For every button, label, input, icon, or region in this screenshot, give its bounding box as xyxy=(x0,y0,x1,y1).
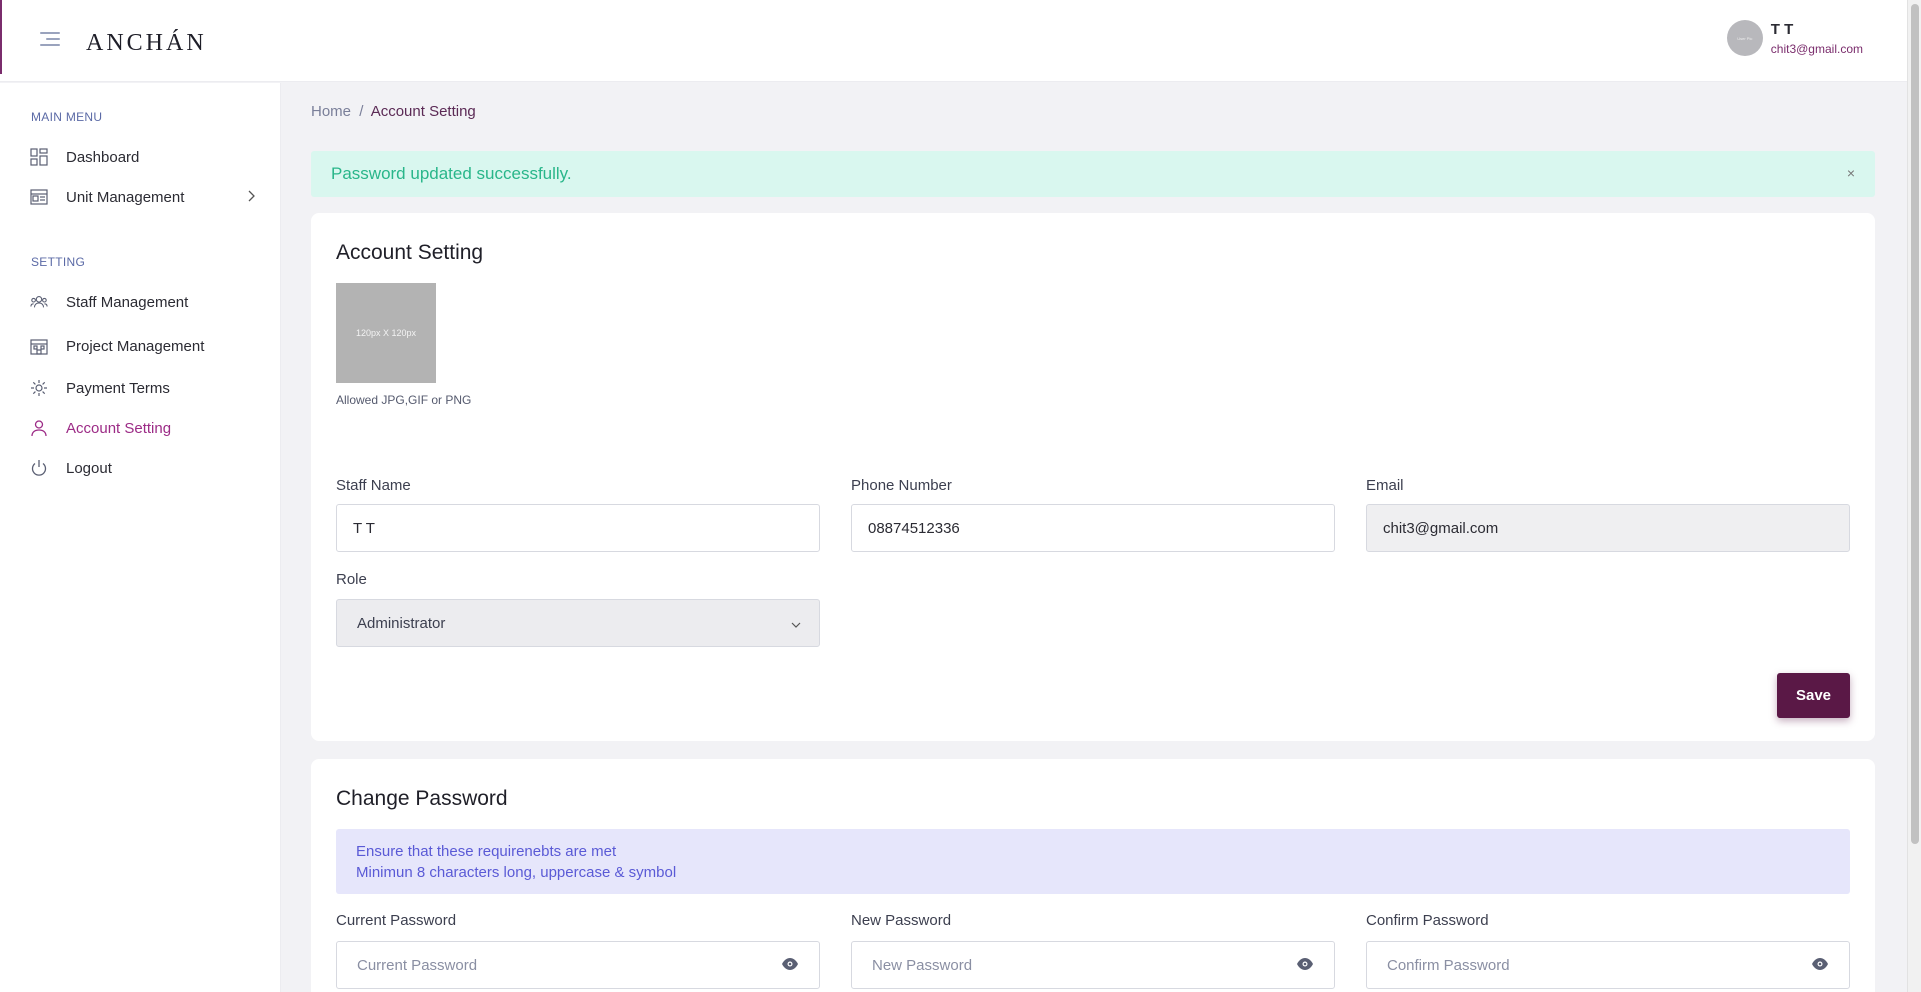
phone-number-label: Phone Number xyxy=(851,477,952,494)
eye-icon[interactable] xyxy=(781,957,799,971)
staff-name-label: Staff Name xyxy=(336,477,411,494)
success-alert: Password updated successfully. × xyxy=(311,151,1875,197)
sidebar-item-payment-terms[interactable]: Payment Terms xyxy=(30,375,256,401)
role-value: Administrator xyxy=(357,614,446,632)
password-requirements-info: Ensure that these requirenebts are met M… xyxy=(336,829,1850,894)
sidebar-item-staff-management[interactable]: Staff Management xyxy=(30,289,256,315)
top-header: ANCHÁN User Pic T T chit3@gmail.com xyxy=(0,0,1907,82)
change-password-card: Change Password Ensure that these requir… xyxy=(311,759,1875,992)
sidebar-item-logout[interactable]: Logout xyxy=(30,455,256,481)
setting-label: SETTING xyxy=(31,255,86,269)
current-password-placeholder: Current Password xyxy=(357,956,478,974)
sidebar-item-account-setting[interactable]: Account Setting xyxy=(30,415,256,441)
breadcrumb: Home / Account Setting xyxy=(311,103,476,120)
chevron-down-icon xyxy=(791,617,801,628)
profile-photo-upload[interactable]: 120px X 120px xyxy=(336,283,436,383)
role-label: Role xyxy=(336,571,367,588)
confirm-password-label: Confirm Password xyxy=(1366,912,1489,929)
breadcrumb-home[interactable]: Home xyxy=(311,103,351,120)
account-setting-title: Account Setting xyxy=(336,241,484,264)
save-button[interactable]: Save xyxy=(1777,673,1850,718)
confirm-password-field[interactable]: Confirm Password xyxy=(1366,941,1850,989)
power-icon xyxy=(30,459,48,477)
new-password-label: New Password xyxy=(851,912,952,929)
hamburger-icon[interactable] xyxy=(40,32,60,46)
current-password-label: Current Password xyxy=(336,912,457,929)
sidebar-item-label: Staff Management xyxy=(66,293,189,311)
eye-icon[interactable] xyxy=(1811,957,1829,971)
sidebar-item-unit-management[interactable]: Unit Management xyxy=(30,184,256,210)
new-password-field[interactable]: New Password xyxy=(851,941,1335,989)
sidebar-item-label: Account Setting xyxy=(66,419,172,437)
email-field[interactable]: chit3@gmail.com xyxy=(1366,504,1850,552)
photo-hint: Allowed JPG,GIF or PNG xyxy=(336,393,472,407)
email-label: Email xyxy=(1366,477,1404,494)
dashboard-icon xyxy=(30,148,48,166)
user-name: T T xyxy=(1770,20,1794,38)
sidebar-item-label: Dashboard xyxy=(66,148,140,166)
close-icon[interactable]: × xyxy=(1847,165,1855,181)
change-password-title: Change Password xyxy=(336,787,508,810)
gear-icon xyxy=(30,379,48,397)
main-menu-label: MAIN MENU xyxy=(31,110,103,124)
user-icon xyxy=(30,419,48,437)
new-password-placeholder: New Password xyxy=(872,956,973,974)
info-line-1: Ensure that these requirenebts are met xyxy=(356,843,617,860)
app-logo[interactable]: ANCHÁN xyxy=(86,30,207,57)
breadcrumb-separator: / xyxy=(359,103,364,120)
sidebar-item-dashboard[interactable]: Dashboard xyxy=(30,144,256,170)
unit-icon xyxy=(30,188,48,206)
breadcrumb-current: Account Setting xyxy=(370,103,476,120)
phone-number-field[interactable]: 08874512336 xyxy=(851,504,1335,552)
chevron-right-icon xyxy=(246,189,256,205)
scrollbar-thumb[interactable] xyxy=(1911,4,1919,844)
sidebar-item-label: Payment Terms xyxy=(66,379,170,397)
sidebar-item-label: Project Management xyxy=(66,337,205,355)
info-line-2: Minimun 8 characters long, uppercase & s… xyxy=(356,864,677,881)
sidebar: MAIN MENU Dashboard Unit Management SETT… xyxy=(0,83,281,992)
building-icon xyxy=(30,337,48,355)
staff-name-field[interactable]: T T xyxy=(336,504,820,552)
confirm-password-placeholder: Confirm Password xyxy=(1387,956,1510,974)
header-accent-bar xyxy=(0,0,2,74)
sidebar-item-label: Unit Management xyxy=(66,188,185,206)
avatar: User Pic xyxy=(1726,20,1763,56)
sidebar-item-label: Logout xyxy=(66,459,112,477)
account-setting-card: Account Setting 120px X 120px Allowed JP… xyxy=(311,213,1875,741)
user-email: chit3@gmail.com xyxy=(1770,41,1863,56)
sidebar-item-project-management[interactable]: Project Management xyxy=(30,333,256,359)
current-password-field[interactable]: Current Password xyxy=(336,941,820,989)
role-select[interactable]: Administrator xyxy=(336,599,820,647)
user-profile-menu[interactable]: User Pic T T chit3@gmail.com xyxy=(1726,20,1863,56)
eye-icon[interactable] xyxy=(1296,957,1314,971)
alert-message: Password updated successfully. xyxy=(331,164,572,183)
page-scrollbar[interactable] xyxy=(1907,0,1921,992)
people-icon xyxy=(30,293,48,311)
